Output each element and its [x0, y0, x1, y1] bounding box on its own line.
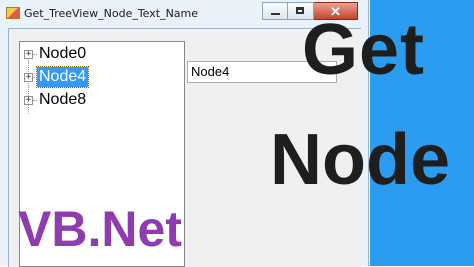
expand-icon[interactable]: + [24, 95, 33, 105]
tree-node-4[interactable]: + Node4 [24, 66, 90, 88]
tree-node-label[interactable]: Node0 [37, 44, 88, 64]
overlay-title-get: Get [302, 10, 426, 90]
tree-node-8[interactable]: + Node8 [24, 89, 88, 111]
minimize-button[interactable] [262, 2, 288, 20]
expand-icon[interactable]: + [24, 49, 33, 59]
window-title: Get_TreeView_Node_Text_Name [24, 7, 199, 20]
overlay-vbnet-label: VB.Net [18, 201, 182, 257]
minimize-icon [271, 13, 280, 15]
overlay-title-node: Node [270, 120, 450, 200]
tree-node-label-selected[interactable]: Node4 [35, 66, 90, 88]
tree-node-label[interactable]: Node8 [37, 90, 88, 110]
expand-icon[interactable]: + [24, 72, 33, 82]
tree-node-0[interactable]: + Node0 [24, 43, 88, 65]
app-icon[interactable] [6, 7, 20, 19]
